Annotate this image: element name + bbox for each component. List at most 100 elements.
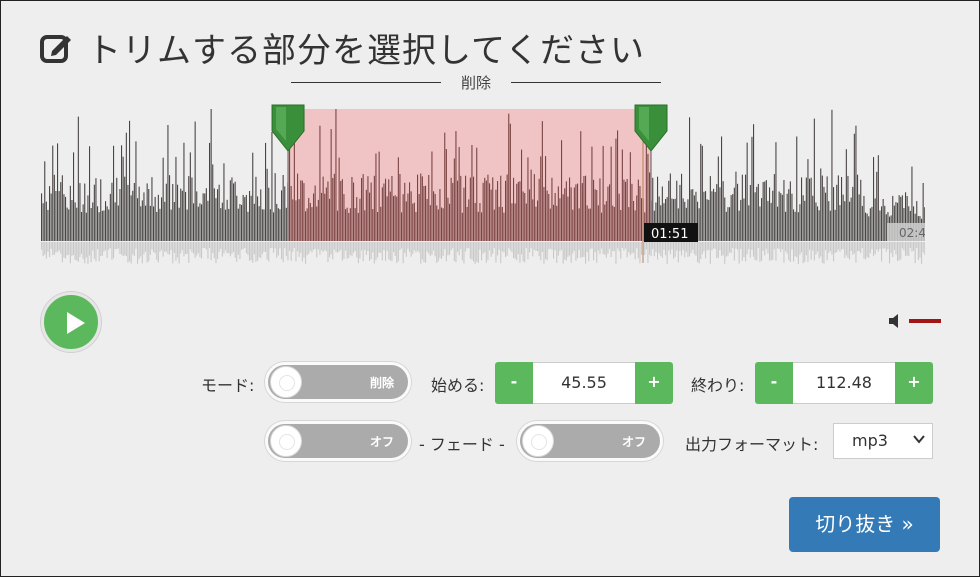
waveform-bar xyxy=(175,156,177,241)
waveform-reflection-bar xyxy=(282,242,284,263)
waveform-reflection-bar xyxy=(298,242,300,257)
waveform-reflection-bar xyxy=(114,242,116,250)
waveform-reflection-bar xyxy=(505,242,507,257)
waveform-reflection-bar xyxy=(825,242,827,250)
waveform-bar xyxy=(425,185,427,241)
start-decrement-button[interactable]: - xyxy=(495,362,533,404)
waveform-reflection-bar xyxy=(273,242,275,253)
waveform-reflection-bar xyxy=(861,242,863,249)
waveform-reflection-bar xyxy=(884,242,886,249)
waveform-reflection-bar xyxy=(493,242,495,249)
start-increment-button[interactable]: + xyxy=(635,362,673,404)
waveform-bar xyxy=(724,197,726,241)
start-time-input[interactable]: 45.55 xyxy=(533,362,635,404)
waveform-reflection-bar xyxy=(898,242,900,261)
waveform-reflection-bar xyxy=(287,242,289,261)
waveform-bar xyxy=(209,142,211,241)
waveform-reflection-bar xyxy=(482,242,484,254)
waveform-reflection-bar xyxy=(333,242,335,250)
mode-label: モード: xyxy=(201,376,255,395)
waveform-bar xyxy=(242,194,244,241)
waveform-bar xyxy=(537,200,539,241)
waveform-bar xyxy=(313,193,315,241)
cut-button[interactable]: 切り抜き » xyxy=(789,497,940,552)
waveform-bar xyxy=(593,179,595,241)
waveform-bar xyxy=(487,174,489,241)
waveform-reflection-bar xyxy=(836,242,838,253)
end-increment-button[interactable]: + xyxy=(895,362,933,404)
waveform-bar xyxy=(420,173,422,241)
waveform-bar xyxy=(468,199,470,241)
speaker-icon[interactable] xyxy=(887,313,903,329)
waveform-reflection-bar xyxy=(322,242,324,252)
end-decrement-button[interactable]: - xyxy=(755,362,793,404)
waveform-reflection-bar xyxy=(845,242,847,256)
waveform-reflection-bar xyxy=(445,242,447,262)
waveform-reflection-bar xyxy=(463,242,465,264)
waveform-reflection-bar xyxy=(508,242,510,249)
waveform-bar xyxy=(274,173,276,241)
waveform-reflection-bar xyxy=(442,242,444,256)
waveform-bar xyxy=(223,163,225,241)
waveform-bar xyxy=(69,185,71,241)
waveform-reflection-bar xyxy=(641,242,643,255)
end-time-input[interactable]: 112.48 xyxy=(793,362,895,404)
waveform-bar xyxy=(746,142,748,241)
waveform-reflection-bar xyxy=(924,242,925,255)
mode-caption: 削除 xyxy=(291,71,661,93)
waveform-bar xyxy=(879,210,881,241)
waveform-bar xyxy=(866,213,868,241)
waveform-reflection-bar xyxy=(594,242,596,253)
waveform-bar xyxy=(177,184,179,241)
waveform-reflection-bar xyxy=(626,242,628,258)
waveform-bar xyxy=(545,156,547,241)
waveform-bar xyxy=(516,183,518,241)
waveform-reflection-bar xyxy=(729,242,731,253)
waveform-bar xyxy=(876,171,878,241)
waveform-bar xyxy=(873,157,875,241)
waveform-reflection-bar xyxy=(834,242,836,253)
waveform-reflection-bar xyxy=(159,242,161,252)
waveform-bar xyxy=(594,189,596,241)
waveform-reflection-bar xyxy=(217,242,219,259)
waveform-reflection-bar xyxy=(369,242,371,261)
waveform-bar xyxy=(772,190,774,241)
waveform-bar xyxy=(303,183,305,241)
waveform-reflection-bar xyxy=(695,242,697,256)
mode-toggle[interactable]: 削除 xyxy=(265,362,411,402)
waveform-bar xyxy=(409,182,411,241)
volume-slider[interactable] xyxy=(909,319,941,323)
waveform-reflection-bar xyxy=(146,242,148,263)
fade-in-toggle[interactable]: オフ xyxy=(265,421,411,461)
waveform-bar xyxy=(372,209,374,241)
waveform-bar xyxy=(332,178,334,241)
play-button[interactable] xyxy=(41,292,101,352)
waveform-bar xyxy=(329,198,331,241)
waveform-bar xyxy=(194,121,196,241)
waveform-reflection-bar xyxy=(541,242,543,252)
waveform-reflection-bar xyxy=(405,242,407,257)
waveform-reflection-bar xyxy=(92,242,94,251)
waveform-reflection-bar xyxy=(762,242,764,251)
waveform-bar xyxy=(508,113,510,241)
waveform-reflection-bar xyxy=(249,242,251,261)
waveform-reflection-bar xyxy=(681,242,683,256)
waveform-reflection-bar xyxy=(329,242,331,258)
waveform-reflection-bar xyxy=(810,242,812,260)
waveform-bar xyxy=(164,201,166,241)
waveform-reflection-bar xyxy=(570,242,572,263)
waveform-bar xyxy=(241,204,243,241)
waveform-reflection-bar xyxy=(511,242,513,253)
waveform[interactable]: 01:51 02:43 xyxy=(41,101,925,271)
waveform-bar xyxy=(585,175,587,241)
waveform-bar xyxy=(82,204,84,241)
waveform-bar xyxy=(773,174,775,241)
fade-out-toggle[interactable]: オフ xyxy=(517,421,663,461)
waveform-reflection-bar xyxy=(660,242,662,256)
waveform-reflection-bar xyxy=(178,242,180,264)
waveform-reflection-bar xyxy=(781,242,783,250)
waveform-reflection-bar xyxy=(93,242,95,259)
volume-control[interactable] xyxy=(887,311,943,331)
waveform-reflection-bar xyxy=(557,242,559,256)
format-select[interactable]: mp3 xyxy=(833,423,933,459)
